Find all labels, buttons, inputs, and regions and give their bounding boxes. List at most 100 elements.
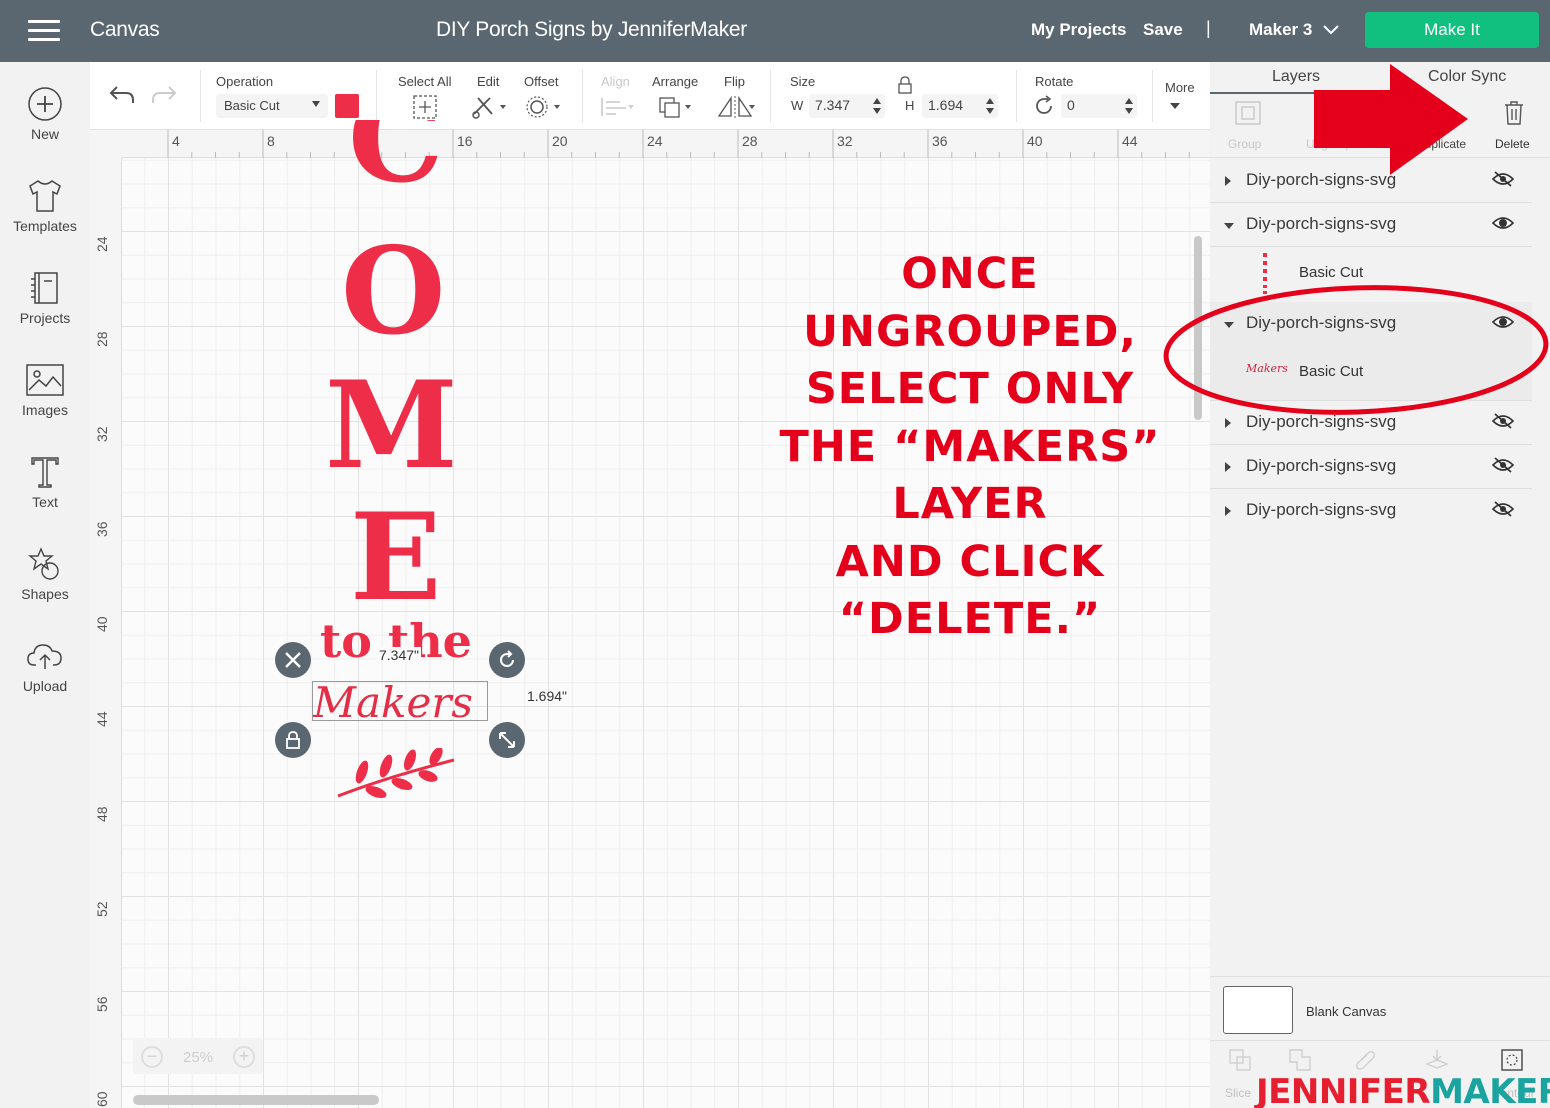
annotation-line: SELECT ONLY	[805, 364, 1135, 414]
image-icon	[26, 364, 64, 396]
sidebar-item-text[interactable]: Text	[0, 454, 90, 534]
shapes-icon	[28, 547, 59, 580]
eye-icon[interactable]	[1492, 215, 1514, 231]
operation-color-swatch[interactable]	[335, 94, 359, 118]
width-input[interactable]: 7.347	[809, 94, 885, 118]
zoom-in-button[interactable]: +	[233, 1046, 255, 1068]
arrange-icon[interactable]	[656, 94, 696, 120]
undo-icon[interactable]	[108, 84, 136, 106]
project-title: DIY Porch Signs by JenniferMaker	[436, 18, 747, 41]
offset-icon[interactable]	[524, 94, 564, 120]
book-icon	[31, 272, 58, 304]
stepper-icon[interactable]	[873, 97, 881, 115]
delete-button[interactable]: Delete	[1495, 137, 1530, 151]
layer-group-row[interactable]: Diy-porch-signs-svg	[1210, 489, 1532, 533]
group-button[interactable]: Group	[1228, 137, 1261, 151]
sidebar-item-images[interactable]: Images	[0, 362, 90, 442]
my-projects-link[interactable]: My Projects	[1031, 20, 1126, 40]
toolbar-divider	[1152, 70, 1153, 122]
sidebar-label: Upload	[22, 678, 68, 694]
hamburger-menu-icon[interactable]	[28, 20, 60, 42]
select-all-icon[interactable]	[412, 94, 438, 120]
caret-right-icon[interactable]	[1224, 176, 1232, 186]
ruler-number: 40	[94, 616, 110, 632]
zoom-out-button[interactable]: −	[141, 1046, 163, 1068]
design-letter-m[interactable]: M	[325, 366, 458, 486]
laurel-branch-icon[interactable]	[334, 748, 462, 800]
select-all-label: Select All	[398, 74, 452, 89]
stepper-icon[interactable]	[1125, 97, 1133, 115]
selection-box[interactable]	[312, 681, 488, 721]
redo-icon[interactable]	[150, 84, 178, 106]
operation-value: Basic Cut	[224, 98, 280, 113]
rotate-handle[interactable]	[489, 642, 525, 678]
attach-icon[interactable]	[1353, 1048, 1377, 1072]
operation-label: Operation	[216, 74, 274, 89]
layer-group-row[interactable]: Diy-porch-signs-svg	[1210, 445, 1532, 489]
flip-icon[interactable]	[715, 94, 757, 120]
horizontal-scrollbar[interactable]	[133, 1095, 379, 1105]
cloud-upload-icon	[27, 644, 62, 669]
make-it-button[interactable]: Make It	[1365, 12, 1539, 48]
ruler-number: 44	[94, 711, 110, 727]
offset-label: Offset	[524, 74, 559, 89]
slice-button[interactable]: Slice	[1225, 1086, 1251, 1100]
ruler-number: 32	[837, 133, 853, 149]
lock-icon[interactable]	[897, 76, 913, 94]
caret-down-icon[interactable]	[1169, 102, 1181, 110]
resize-handle[interactable]	[489, 722, 525, 758]
layer-name: Diy-porch-signs-svg	[1246, 456, 1397, 475]
height-input[interactable]: 1.694	[922, 94, 998, 118]
lock-icon	[286, 731, 300, 749]
layer-group-row[interactable]: Diy-porch-signs-svg	[1210, 203, 1532, 247]
sidebar-item-new[interactable]: New	[0, 86, 90, 166]
weld-icon[interactable]	[1288, 1048, 1312, 1072]
caret-right-icon[interactable]	[1224, 462, 1232, 472]
sidebar-item-upload[interactable]: Upload	[0, 638, 90, 718]
lock-handle[interactable]	[275, 722, 311, 758]
sidebar-item-projects[interactable]: Projects	[0, 270, 90, 350]
sidebar-item-templates[interactable]: Templates	[0, 178, 90, 258]
trash-icon[interactable]	[1503, 100, 1525, 126]
arrow-right-icon	[1314, 64, 1468, 175]
caret-right-icon[interactable]	[1224, 418, 1232, 428]
delete-handle[interactable]	[275, 642, 311, 678]
more-label[interactable]: More	[1165, 80, 1195, 95]
rotate-icon[interactable]	[1033, 95, 1055, 117]
slice-icon[interactable]	[1228, 1048, 1252, 1072]
design-letter-c[interactable]: C	[348, 120, 448, 208]
align-icon[interactable]	[598, 94, 638, 120]
edit-scissors-icon[interactable]	[470, 94, 510, 120]
caret-right-icon[interactable]	[1224, 506, 1232, 516]
design-letter-o[interactable]: O	[341, 232, 446, 352]
cricut-design-space: Canvas DIY Porch Signs by JenniferMaker …	[0, 0, 1550, 1108]
eye-hidden-icon[interactable]	[1492, 457, 1514, 473]
close-icon	[285, 652, 301, 668]
operation-select[interactable]: Basic Cut	[216, 94, 328, 118]
eye-hidden-icon[interactable]	[1492, 501, 1514, 517]
panel-divider	[1210, 976, 1550, 977]
eye-hidden-icon[interactable]	[1492, 171, 1514, 187]
align-label: Align	[601, 74, 630, 89]
rotate-input[interactable]: 0	[1061, 94, 1137, 118]
chevron-down-icon[interactable]	[1322, 20, 1340, 38]
size-label: Size	[790, 74, 816, 89]
save-link[interactable]: Save	[1143, 20, 1183, 40]
brand-watermark: JENNIFERMAKER	[1256, 1072, 1550, 1108]
brand-part-2: MAKER	[1430, 1072, 1550, 1108]
text-t-icon	[31, 457, 59, 488]
machine-select[interactable]: Maker 3	[1249, 20, 1312, 40]
contour-icon[interactable]	[1500, 1048, 1524, 1072]
app-name: Canvas	[90, 18, 160, 41]
ruler-number: 28	[742, 133, 758, 149]
design-letter-e[interactable]: E	[350, 498, 441, 618]
flatten-icon[interactable]	[1425, 1048, 1449, 1072]
group-icon[interactable]	[1234, 100, 1262, 126]
blank-canvas-swatch[interactable]	[1223, 986, 1293, 1034]
toolbar-divider	[1016, 70, 1017, 122]
caret-down-icon[interactable]	[1224, 222, 1234, 230]
ruler-number: 36	[94, 521, 110, 537]
sidebar-item-shapes[interactable]: Shapes	[0, 546, 90, 626]
annotation-line: ONCE	[901, 249, 1039, 299]
stepper-icon[interactable]	[986, 97, 994, 115]
